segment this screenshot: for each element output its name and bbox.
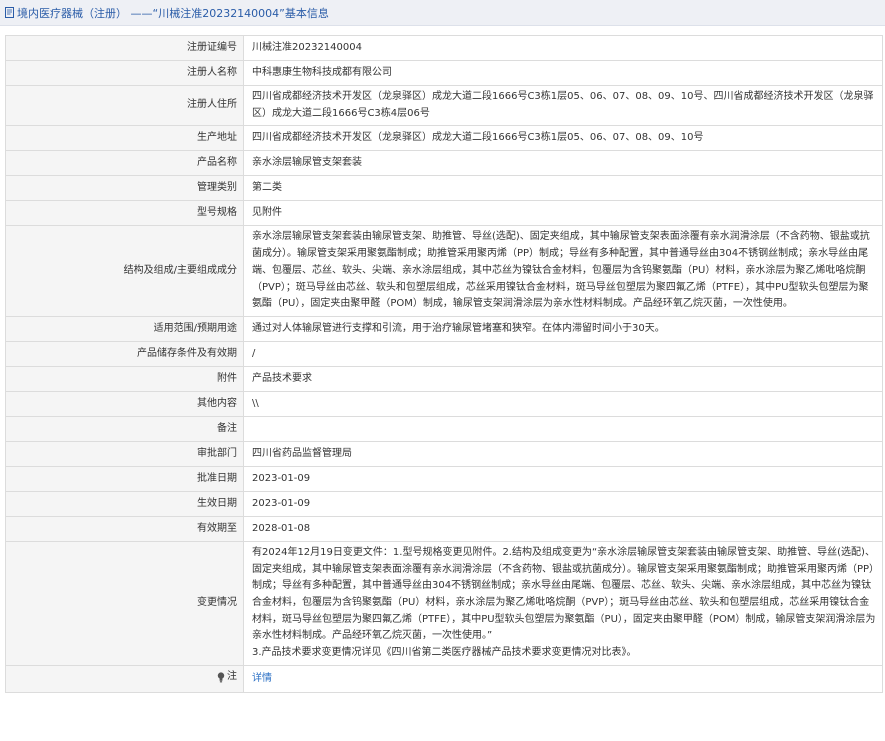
row-label: 批准日期 (5, 465, 244, 492)
table-row: 注册证编号 川械注准20232140004 (5, 35, 883, 61)
row-value: 2028-01-08 (243, 515, 883, 542)
table-row: 注册人名称 中科惠康生物科技成都有限公司 (5, 60, 883, 86)
row-label: 注册人住所 (5, 84, 244, 127)
table-row: 变更情况 有2024年12月19日变更文件：1.型号规格变更见附件。2.结构及组… (5, 540, 883, 666)
page-title: 境内医疗器械（注册） ——“川械注准20232140004”基本信息 (17, 6, 329, 20)
table-row: 附件 产品技术要求 (5, 365, 883, 392)
row-value: 第二类 (243, 175, 883, 202)
row-value: 亲水涂层输尿管支架套装 (243, 150, 883, 177)
row-value: 2023-01-09 (243, 490, 883, 517)
row-label: 注册人名称 (5, 60, 244, 86)
row-label: 适用范围/预期用途 (5, 315, 244, 342)
row-value: 通过对人体输尿管进行支撑和引流，用于治疗输尿管堵塞和狭窄。在体内滞留时间小于30… (243, 315, 883, 342)
note-value-cell: 详情 (243, 664, 883, 694)
table-row: 管理类别 第二类 (5, 175, 883, 202)
table-row: 适用范围/预期用途 通过对人体输尿管进行支撑和引流，用于治疗输尿管堵塞和狭窄。在… (5, 315, 883, 342)
row-value: 中科惠康生物科技成都有限公司 (243, 60, 883, 86)
change-text-item-3: 3.产品技术要求变更情况详见《四川省第二类医疗器械产品技术要求变更情况对比表》。 (252, 647, 637, 659)
row-value: 产品技术要求 (243, 365, 883, 392)
row-label: 产品储存条件及有效期 (5, 340, 244, 367)
note-label-cell: 注 (5, 664, 244, 694)
details-link[interactable]: 详情 (252, 673, 272, 684)
row-label: 生产地址 (5, 125, 244, 152)
row-value: 2023-01-09 (243, 465, 883, 492)
note-label: 注 (217, 669, 237, 686)
row-value: \\ (243, 390, 883, 417)
row-label: 产品名称 (5, 150, 244, 177)
row-label: 有效期至 (5, 515, 244, 542)
info-table: 注册证编号 川械注准20232140004 注册人名称 中科惠康生物科技成都有限… (5, 35, 883, 694)
table-row: 注册人住所 四川省成都经济技术开发区（龙泉驿区）成龙大道二段1666号C3栋1层… (5, 84, 883, 127)
table-row: 产品名称 亲水涂层输尿管支架套装 (5, 150, 883, 177)
row-value: 见附件 (243, 200, 883, 227)
table-row: 型号规格 见附件 (5, 200, 883, 227)
row-label: 管理类别 (5, 175, 244, 202)
change-text: 有2024年12月19日变更文件：1.型号规格变更见附件。2.结构及组成变更为“… (252, 546, 876, 642)
page-header: 境内医疗器械（注册） ——“川械注准20232140004”基本信息 (0, 0, 885, 26)
row-value: 四川省药品监督管理局 (243, 440, 883, 467)
row-value: 四川省成都经济技术开发区（龙泉驿区）成龙大道二段1666号C3栋1层05、06、… (243, 84, 883, 127)
row-label: 结构及组成/主要组成成分 (5, 225, 244, 317)
table-row: 批准日期 2023-01-09 (5, 465, 883, 492)
document-icon (5, 7, 14, 18)
row-label: 其他内容 (5, 390, 244, 417)
row-value: 川械注准20232140004 (243, 35, 883, 61)
table-row: 生效日期 2023-01-09 (5, 490, 883, 517)
row-label: 审批部门 (5, 440, 244, 467)
row-value (243, 415, 883, 442)
row-label: 型号规格 (5, 200, 244, 227)
table-row: 有效期至 2028-01-08 (5, 515, 883, 542)
table-row: 生产地址 四川省成都经济技术开发区（龙泉驿区）成龙大道二段1666号C3栋1层0… (5, 125, 883, 152)
note-label-text: 注 (227, 670, 237, 682)
table-row: 结构及组成/主要组成成分 亲水涂层输尿管支架套装由输尿管支架、助推管、导丝(选配… (5, 225, 883, 317)
table-row: 备注 (5, 415, 883, 442)
table-row: 产品储存条件及有效期 / (5, 340, 883, 367)
row-value: / (243, 340, 883, 367)
row-label: 变更情况 (5, 540, 244, 666)
lightbulb-icon (217, 672, 225, 683)
row-label: 备注 (5, 415, 244, 442)
table-row: 其他内容 \\ (5, 390, 883, 417)
table-row: 审批部门 四川省药品监督管理局 (5, 440, 883, 467)
row-label: 附件 (5, 365, 244, 392)
row-value: 亲水涂层输尿管支架套装由输尿管支架、助推管、导丝(选配)、固定夹组成，其中输尿管… (243, 225, 883, 317)
row-label: 注册证编号 (5, 35, 244, 61)
table-row-note: 注 详情 (5, 664, 883, 694)
row-value: 四川省成都经济技术开发区（龙泉驿区）成龙大道二段1666号C3栋1层05、06、… (243, 125, 883, 152)
row-label: 生效日期 (5, 490, 244, 517)
row-value: 有2024年12月19日变更文件：1.型号规格变更见附件。2.结构及组成变更为“… (243, 540, 883, 666)
